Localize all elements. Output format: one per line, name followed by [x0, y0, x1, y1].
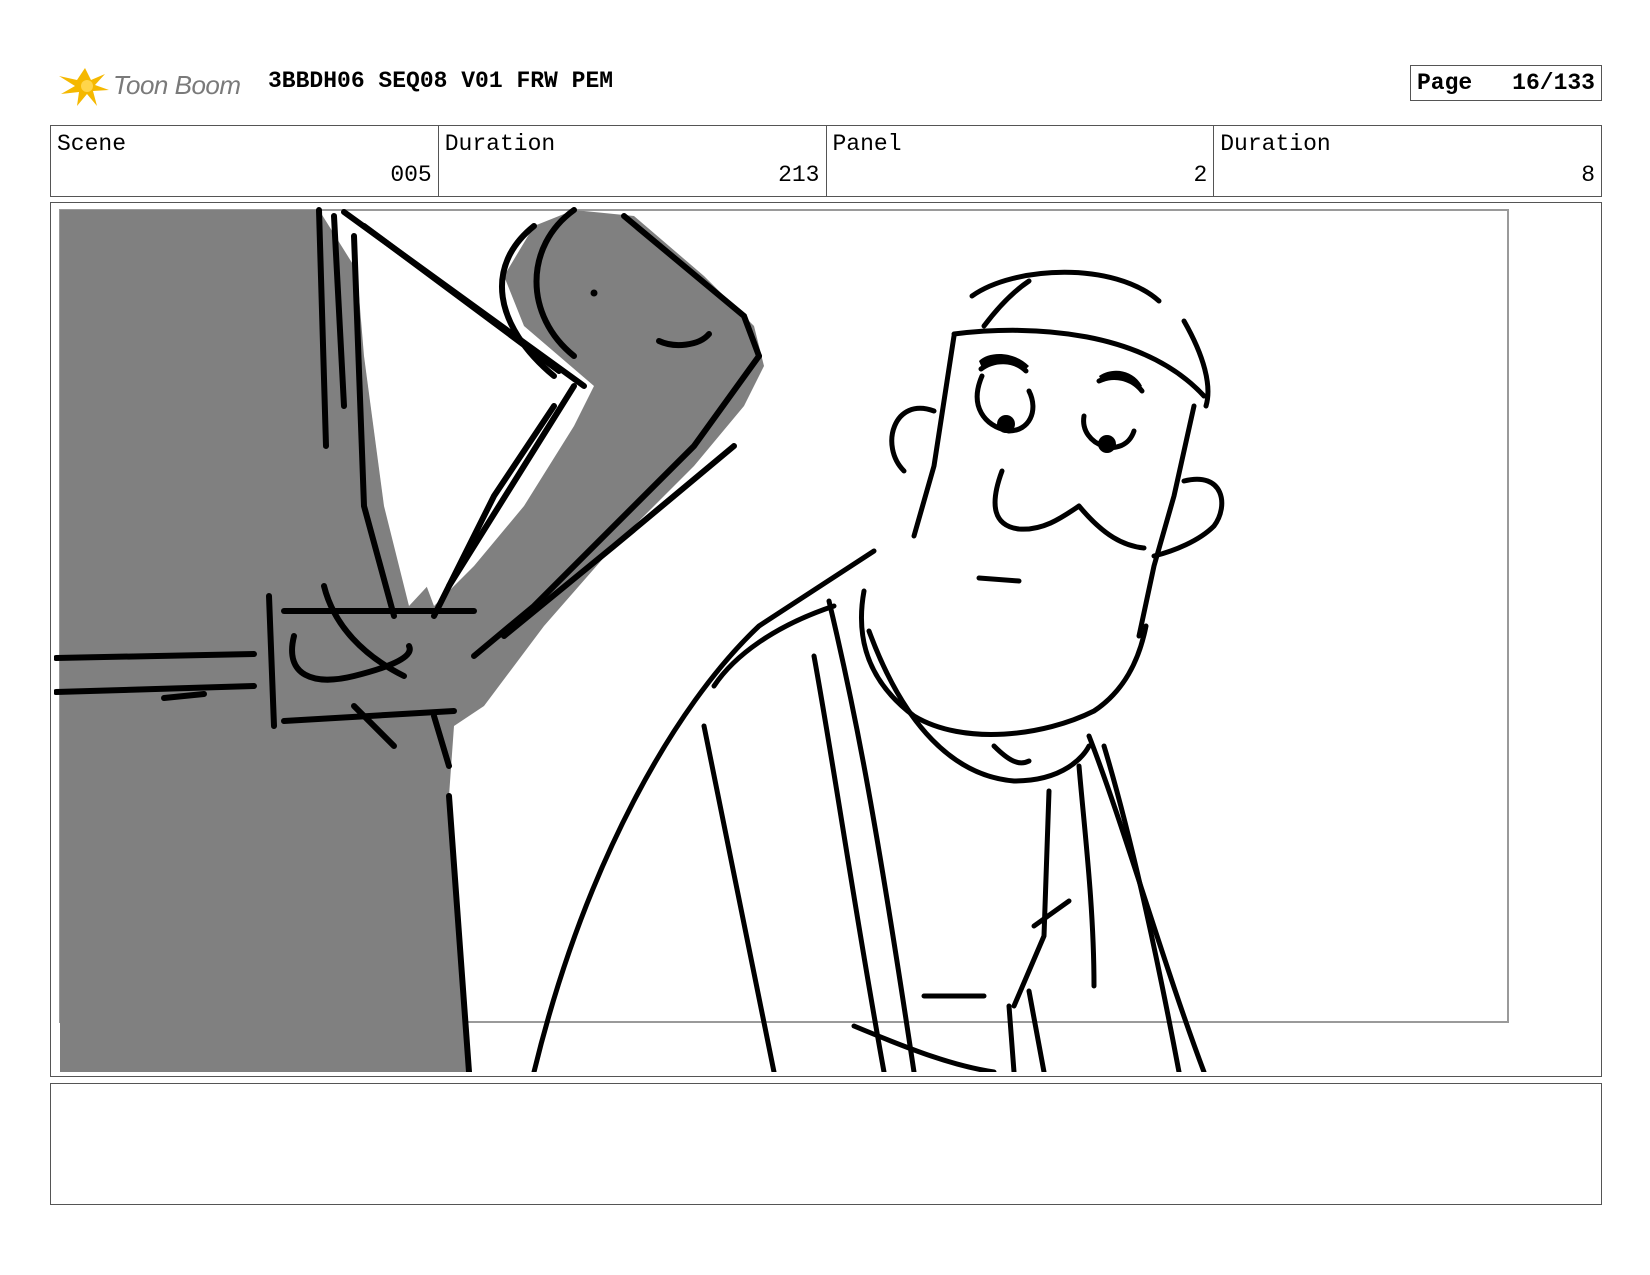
storyboard-panel-image [54, 206, 1597, 1072]
page-indicator: Page 16/133 [1410, 65, 1602, 101]
scene-cell: Scene 005 [51, 126, 439, 196]
page-value: 16/133 [1512, 70, 1595, 96]
storyboard-header: Toon Boom 3BBDH06 SEQ08 V01 FRW PEM Page… [50, 58, 1602, 108]
toon-boom-logo: Toon Boom [55, 60, 245, 110]
document-title: 3BBDH06 SEQ08 V01 FRW PEM [268, 68, 614, 94]
page-label: Page [1417, 70, 1473, 96]
logo-wordmark: Toon Boom [113, 70, 241, 100]
scene-duration-value: 213 [778, 162, 820, 188]
panel-duration-label: Duration [1220, 131, 1331, 157]
panel-notes-box[interactable] [50, 1083, 1602, 1205]
scene-duration-label: Duration [444, 131, 556, 157]
panel-duration-value: 8 [1581, 162, 1595, 188]
panel-value: 2 [1193, 162, 1208, 188]
scene-value: 005 [390, 162, 432, 188]
bald-man-face-details [979, 354, 1142, 453]
starburst-icon [59, 68, 109, 106]
scene-duration-cell: Duration 213 [439, 126, 827, 196]
panel-info-row: Scene 005 Duration 213 Panel 2 Duration … [50, 125, 1602, 197]
panel-duration-cell: Duration 8 [1214, 126, 1601, 196]
sketch-drawing [54, 207, 1509, 1072]
panel-label: Panel [832, 131, 902, 157]
scene-label: Scene [57, 131, 127, 157]
storyboard-panel-frame [50, 202, 1602, 1077]
panel-cell: Panel 2 [827, 126, 1215, 196]
